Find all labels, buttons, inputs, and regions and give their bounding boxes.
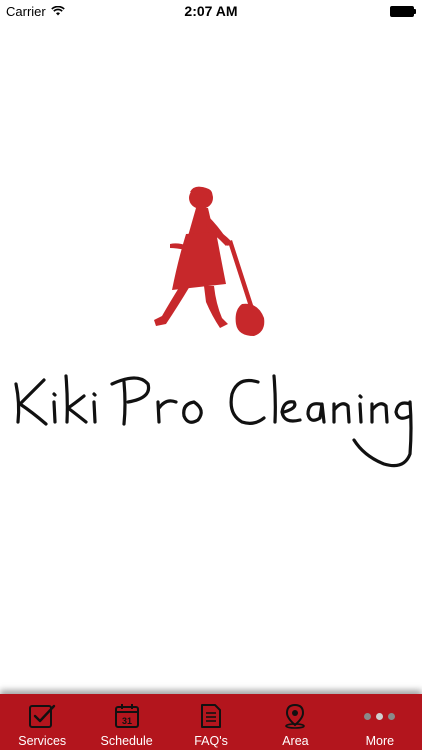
tab-area-label: Area	[282, 734, 309, 748]
tab-services[interactable]: Services	[0, 694, 84, 750]
status-time: 2:07 AM	[184, 3, 238, 19]
tab-faqs[interactable]: FAQ's	[169, 694, 253, 750]
logo-figure-image	[148, 186, 272, 342]
checkbox-icon	[28, 703, 56, 735]
calendar-day-number: 31	[122, 716, 132, 726]
app-screen: Carrier 2:07 AM Services 31 Schedule FAQ…	[0, 0, 422, 750]
calendar-icon: 31	[114, 703, 140, 735]
logo-wordmark	[8, 358, 418, 478]
battery-icon	[390, 6, 416, 17]
tab-schedule-label: Schedule	[100, 734, 153, 748]
status-bar: Carrier 2:07 AM	[0, 0, 422, 22]
tab-bar: Services 31 Schedule FAQ's Area More	[0, 694, 422, 750]
tab-area[interactable]: Area	[253, 694, 337, 750]
tab-more-label: More	[365, 734, 395, 748]
tab-services-label: Services	[18, 734, 67, 748]
map-pin-icon	[283, 703, 307, 735]
tab-more[interactable]: More	[338, 694, 422, 750]
more-dots-icon	[364, 713, 396, 721]
tab-faqs-label: FAQ's	[194, 734, 228, 748]
tab-schedule[interactable]: 31 Schedule	[84, 694, 168, 750]
document-icon	[200, 703, 222, 735]
